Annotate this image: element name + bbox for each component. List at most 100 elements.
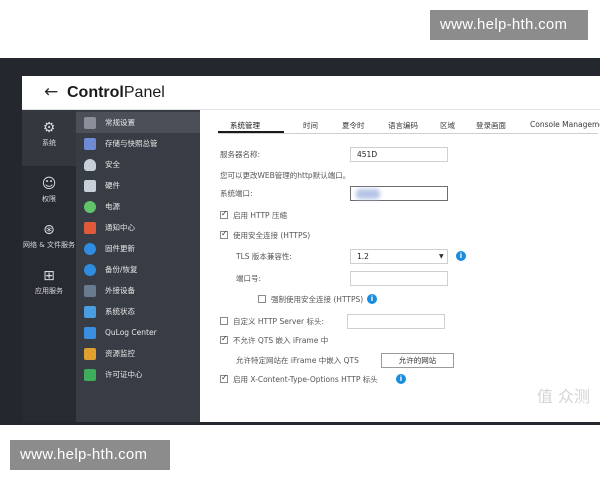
subnav-item-label: 存储与快照总管 (105, 139, 158, 148)
rail-item-network[interactable]: ⊛ 网络 & 文件服务 (22, 216, 76, 264)
back-arrow-icon[interactable]: ← (44, 82, 58, 102)
secure-connection-label: 使用安全连接 (HTTPS) (233, 231, 311, 240)
subnav-item-label: 资源监控 (105, 349, 135, 358)
subnav-item-label: 硬件 (105, 181, 120, 190)
http-compress-checkbox[interactable] (220, 209, 228, 219)
settings-content: 系统管理 时间 夏令时 语言编码 区域 登录画面 Console Managem… (200, 110, 600, 422)
rail-item-apps[interactable]: ⊞ 应用服务 (22, 264, 76, 308)
category-rail: ⚙ 系统 ☺ 权限 ⊛ 网络 & 文件服务 ⊞ 应用服务 (22, 110, 76, 422)
allow-sites-label: 允许特定网站在 iFrame 中嵌入 QTS (236, 356, 359, 365)
tls-version-select[interactable]: 1.2 (350, 249, 448, 264)
server-name-label: 服务器名称: (220, 150, 261, 159)
watermark-bottom: www.help-hth.com (10, 440, 170, 470)
subnav-item-label: 外接设备 (105, 286, 135, 295)
xcto-label: 启用 X-Content-Type-Options HTTP 标头 (233, 375, 378, 384)
app-title: ControlPanel (67, 84, 165, 101)
grid-icon: ⊞ (43, 268, 55, 284)
rail-item-label: 应用服务 (35, 287, 63, 295)
tab-time[interactable]: 时间 (303, 120, 318, 131)
no-iframe-checkbox[interactable] (220, 334, 228, 344)
force-secure-checkbox[interactable] (258, 295, 266, 303)
control-panel-window: ← ControlPanel ⚙ 系统 ☺ 权限 ⊛ 网络 & 文件服务 ⊞ 应… (22, 76, 600, 422)
system-port-label: 系统端口: (220, 189, 253, 198)
rail-item-label: 系统 (42, 139, 56, 147)
rail-item-label: 权限 (42, 195, 56, 203)
xcto-checkbox[interactable] (220, 373, 228, 383)
rail-item-label: 网络 & 文件服务 (23, 241, 75, 249)
external-device-icon (84, 284, 96, 297)
secure-connection-checkbox[interactable] (220, 229, 228, 239)
subnav-item-status[interactable]: 系统状态 (76, 301, 200, 322)
tab-console-management[interactable]: Console Management (530, 120, 600, 129)
port-hint-text: 您可以更改WEB管理的http默认端口。 (220, 171, 351, 180)
info-icon[interactable]: i (367, 294, 377, 304)
tab-system-admin[interactable]: 系统管理 (230, 120, 260, 131)
chevron-down-icon: ▼ (439, 253, 444, 260)
resource-monitor-icon (84, 347, 96, 360)
hardware-icon (84, 179, 96, 192)
redacted-port-value (356, 189, 380, 199)
subnav-item-security[interactable]: 安全 (76, 154, 200, 175)
https-port-input[interactable] (350, 271, 448, 286)
force-secure-label: 强制使用安全连接 (HTTPS) (271, 295, 364, 304)
subnav-item-general[interactable]: 常规设置 (76, 112, 200, 133)
custom-header-label: 自定义 HTTP Server 标头: (233, 317, 324, 326)
http-compress-label: 启用 HTTP 压缩 (233, 211, 287, 220)
corner-watermark: 值 众测 (536, 387, 590, 406)
subnav-item-qulog[interactable]: QuLog Center (76, 322, 200, 343)
subnav-item-label: 安全 (105, 160, 120, 169)
watermark-top: www.help-hth.com (430, 10, 588, 40)
tls-version-value: 1.2 (357, 252, 369, 261)
power-icon (84, 200, 96, 213)
subnav-item-label: QuLog Center (105, 328, 157, 337)
subnav-item-label: 许可证中心 (105, 370, 143, 379)
server-name-input[interactable]: 451D (350, 147, 448, 162)
port-number-label: 端口号: (236, 274, 262, 283)
network-icon: ⊛ (43, 222, 55, 238)
allowed-sites-button[interactable]: 允许的网站 (381, 353, 454, 368)
custom-header-input[interactable] (347, 314, 445, 329)
backup-icon (84, 263, 96, 276)
subnav-item-external[interactable]: 外接设备 (76, 280, 200, 301)
shield-icon (84, 158, 96, 171)
qulog-icon (84, 326, 96, 339)
status-icon (84, 305, 96, 318)
subnav-item-storage[interactable]: 存储与快照总管 (76, 133, 200, 154)
notification-icon (84, 221, 96, 234)
no-iframe-label: 不允许 QTS 嵌入 iFrame 中 (233, 336, 329, 345)
screenshot: www.help-hth.com ← ControlPanel ⚙ 系统 ☺ 权… (0, 0, 600, 480)
subnav-item-hardware[interactable]: 硬件 (76, 175, 200, 196)
sub-navigation: 常规设置 存储与快照总管 安全 硬件 电源 通知中心 固件更新 备份/恢复 外接… (76, 110, 200, 422)
license-icon (84, 368, 96, 381)
subnav-item-label: 备份/恢复 (105, 265, 138, 274)
user-icon: ☺ (41, 176, 57, 192)
info-icon[interactable]: i (456, 251, 466, 261)
rail-item-system[interactable]: ⚙ 系统 (22, 110, 76, 166)
storage-icon (84, 137, 96, 150)
custom-header-checkbox[interactable] (220, 317, 228, 325)
tab-login-screen[interactable]: 登录画面 (476, 120, 506, 131)
tab-bar: 系统管理 时间 夏令时 语言编码 区域 登录画面 Console Managem… (218, 118, 600, 134)
subnav-item-firmware[interactable]: 固件更新 (76, 238, 200, 259)
rail-item-privilege[interactable]: ☺ 权限 (22, 170, 76, 216)
subnav-item-label: 电源 (105, 202, 120, 211)
subnav-item-label: 通知中心 (105, 223, 135, 232)
subnav-item-notification[interactable]: 通知中心 (76, 217, 200, 238)
tab-dst[interactable]: 夏令时 (342, 120, 365, 131)
subnav-item-label: 固件更新 (105, 244, 135, 253)
titlebar: ← ControlPanel (22, 76, 600, 110)
info-icon[interactable]: i (396, 374, 406, 384)
tls-version-label: TLS 版本兼容性: (236, 252, 292, 261)
gear-icon: ⚙ (42, 120, 56, 136)
settings-doc-icon (84, 116, 96, 129)
tab-language[interactable]: 语言编码 (388, 120, 418, 131)
firmware-icon (84, 242, 96, 255)
tab-region[interactable]: 区域 (440, 120, 455, 131)
subnav-item-label: 常规设置 (105, 118, 135, 127)
subnav-item-backup[interactable]: 备份/恢复 (76, 259, 200, 280)
subnav-item-license[interactable]: 许可证中心 (76, 364, 200, 385)
subnav-item-label: 系统状态 (105, 307, 135, 316)
subnav-item-resource[interactable]: 资源监控 (76, 343, 200, 364)
active-tab-indicator (218, 131, 284, 133)
subnav-item-power[interactable]: 电源 (76, 196, 200, 217)
